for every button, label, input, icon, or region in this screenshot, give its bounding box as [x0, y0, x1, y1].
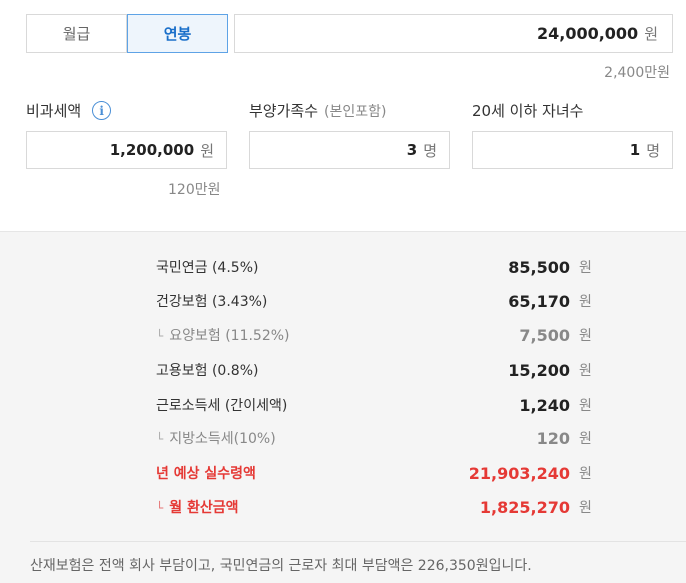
footnote: 산재보험은 전액 회사 부담이고, 국민연금의 근로자 최대 부담액은 226,… [30, 558, 532, 574]
result-label: └ 요양보험 (11.52%) [156, 321, 290, 351]
salary-unit: 원 [644, 25, 658, 43]
result-unit: 원 [579, 328, 592, 344]
result-value: 65,170 [508, 292, 570, 311]
result-label-text: 지방소득세(10%) [169, 431, 276, 447]
result-row-local-tax: └ 지방소득세(10%) 120 원 [0, 424, 686, 454]
result-unit: 원 [579, 466, 592, 482]
children-label-text: 20세 이하 자녀수 [472, 102, 584, 120]
result-label: 근로소득세 (간이세액) [156, 398, 288, 414]
divider [30, 541, 686, 542]
results-panel: 국민연금 (4.5%) 85,500 원 건강보험 (3.43%) 65,170… [0, 231, 686, 583]
result-unit: 원 [579, 260, 592, 276]
result-label: └ 지방소득세(10%) [156, 424, 276, 454]
corner-arrow-icon: └ [156, 329, 164, 343]
salary-input[interactable]: 24,000,000 원 [234, 14, 673, 53]
result-unit: 원 [579, 363, 592, 379]
result-label-text: 월 환산금액 [169, 500, 239, 516]
pay-period-tabs: 월급 연봉 [26, 14, 228, 53]
dependents-label-text: 부양가족수 [249, 102, 319, 120]
result-row-income-tax: 근로소득세 (간이세액) 1,240 원 [0, 391, 686, 421]
nontax-input[interactable]: 1,200,000 원 [26, 131, 227, 169]
children-value: 1 [629, 141, 641, 159]
result-label: 건강보험 (3.43%) [156, 294, 268, 310]
result-value: 1,825,270 [479, 498, 570, 517]
result-label-text: 요양보험 (11.52%) [169, 328, 290, 344]
result-label: 국민연금 (4.5%) [156, 260, 259, 276]
result-value: 1,240 [519, 396, 570, 415]
corner-arrow-icon: └ [156, 432, 164, 446]
result-row-monthly-net: └ 월 환산금액 1,825,270 원 [0, 493, 686, 523]
result-row-longterm-care: └ 요양보험 (11.52%) 7,500 원 [0, 321, 686, 351]
nontax-unit: 원 [200, 141, 214, 160]
corner-arrow-icon: └ [156, 501, 164, 515]
children-unit: 명 [646, 141, 660, 160]
nontax-value: 1,200,000 [109, 141, 195, 159]
info-icon[interactable]: i [92, 101, 112, 120]
dependents-sublabel: (본인포함) [324, 103, 387, 120]
result-value: 15,200 [508, 361, 570, 380]
salary-value: 24,000,000 [536, 24, 639, 43]
dependents-value: 3 [406, 141, 418, 159]
result-unit: 원 [579, 294, 592, 310]
result-row-employment: 고용보험 (0.8%) 15,200 원 [0, 356, 686, 386]
result-label: 고용보험 (0.8%) [156, 363, 259, 379]
dependents-input[interactable]: 3 명 [249, 131, 450, 169]
salary-hint: 2,400만원 [604, 65, 670, 81]
nontax-label-text: 비과세액 [26, 102, 82, 120]
result-unit: 원 [579, 500, 592, 516]
result-label: └ 월 환산금액 [156, 493, 239, 523]
nontax-hint: 120만원 [168, 182, 221, 198]
dependents-label: 부양가족수 (본인포함) [249, 100, 386, 121]
result-unit: 원 [579, 431, 592, 447]
result-row-pension: 국민연금 (4.5%) 85,500 원 [0, 253, 686, 283]
tab-annual[interactable]: 연봉 [127, 14, 228, 53]
result-unit: 원 [579, 398, 592, 414]
nontax-label: 비과세액 i [26, 100, 112, 121]
children-label: 20세 이하 자녀수 [472, 100, 583, 121]
result-value: 7,500 [519, 326, 570, 345]
result-row-annual-net: 년 예상 실수령액 21,903,240 원 [0, 459, 686, 489]
tab-monthly[interactable]: 월급 [26, 14, 127, 53]
result-value: 85,500 [508, 258, 570, 277]
result-value: 21,903,240 [468, 464, 570, 483]
dependents-unit: 명 [423, 141, 437, 160]
result-label: 년 예상 실수령액 [156, 466, 256, 482]
children-input[interactable]: 1 명 [472, 131, 673, 169]
result-row-health: 건강보험 (3.43%) 65,170 원 [0, 287, 686, 317]
result-value: 120 [536, 429, 570, 448]
